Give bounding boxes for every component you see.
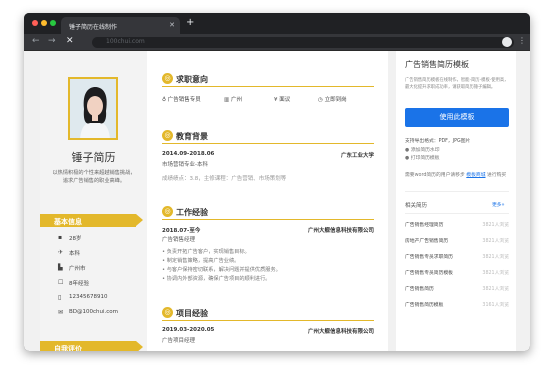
- related-more-link[interactable]: 更多»: [492, 201, 505, 208]
- browser-tab[interactable]: 锤子简历在线制作 ✕: [61, 17, 180, 34]
- divider: [405, 213, 509, 214]
- related-title: 相关简历: [405, 203, 428, 209]
- project-header: ◎ 项目经验: [162, 307, 374, 321]
- graduation-icon: ✈: [58, 249, 64, 256]
- resume-main: ◎ 求职意向 ♁ 广告销售专员 ▥ 广州 ¥ 面议 ◷ 立即到岗 ◎ 教育背景 …: [152, 51, 388, 351]
- work-period: 2018.07-至今: [162, 228, 201, 234]
- info-age: ▪ 28岁: [58, 234, 82, 242]
- work-header: ◎ 工作经验: [162, 206, 374, 220]
- tab-title: 锤子简历在线制作: [69, 24, 118, 31]
- section-badge-icon: ◎: [162, 206, 173, 217]
- phone-icon: ▯: [58, 294, 62, 301]
- nav-bar: ← → ✕ 100chui.com ☆ ⋮: [24, 34, 530, 51]
- work-title: 工作经验: [176, 208, 208, 217]
- word-download-note: 需要word简历的用户请移步 模板商城 进行购买: [405, 173, 507, 178]
- work-bullet: • 与客户保持密切联系，解决问题并提供优质服务。: [162, 267, 281, 273]
- intent-salary: ¥ 面议: [274, 97, 291, 103]
- close-window-button[interactable]: [32, 20, 38, 26]
- related-item[interactable]: 广告销售专员简历模板 3821人浏览: [405, 269, 509, 276]
- divider: [405, 191, 509, 192]
- briefcase-icon: ☐: [58, 279, 64, 286]
- education-detail: 成绩绩点：3.8，主修课程：广告营销、市场策划等: [162, 176, 287, 182]
- info-education: ✈ 本科: [58, 249, 81, 257]
- intent-city: ▥ 广州: [224, 97, 242, 103]
- info-email: ✉ BD@100chui.com: [58, 309, 119, 316]
- user-icon: ▪: [58, 234, 63, 241]
- resume-sidebar: 锤子简历 以热情积极的个性来超越销售挑战，追求广告销售的职业高峰。 基本信息 ▪…: [40, 51, 147, 351]
- related-item[interactable]: 广告销售专员求职简历 3821人浏览: [405, 253, 509, 260]
- building-icon: ▥: [224, 97, 230, 103]
- title-bar: 锤子简历在线制作 ✕ +: [24, 13, 530, 34]
- panel-description: 广告销售简历模板在线制作，智能-简历-模板-使用高，最大化提升求职成功率，请获取…: [405, 78, 509, 90]
- use-template-button[interactable]: 使用此模板: [405, 108, 509, 127]
- money-icon: ¥: [274, 97, 278, 103]
- education-school: 广东工业大学: [340, 153, 374, 159]
- profile-photo: [68, 77, 118, 140]
- export-option-print[interactable]: ● 打印简历模板: [405, 154, 440, 161]
- education-period: 2014.09-2018.06: [162, 151, 215, 157]
- job-intent-row: ♁ 广告销售专员 ▥ 广州 ¥ 面议 ◷ 立即到岗: [162, 95, 374, 105]
- related-item[interactable]: 广告销售简历模板 3161人浏览: [405, 301, 509, 308]
- project-period: 2019.03-2020.05: [162, 327, 215, 333]
- project-position: 广告项目经理: [162, 338, 196, 344]
- browser-window: 锤子简历在线制作 ✕ + ← → ✕ 100chui.com ☆ ⋮: [24, 13, 530, 351]
- export-option-watermark[interactable]: ● 添加简历水印: [405, 146, 440, 153]
- info-city: ▙ 广州市: [58, 264, 86, 272]
- resume-name: 锤子简历: [71, 151, 116, 164]
- back-icon[interactable]: ←: [32, 36, 40, 46]
- template-store-link[interactable]: 模板商城: [466, 173, 485, 178]
- clock-icon: ◷: [318, 97, 323, 103]
- work-bullet: • 负责开拓广告客户，实现销售目标。: [162, 249, 250, 255]
- export-formats: 支持导出格式：PDF，JPG图片: [405, 139, 471, 144]
- section-badge-icon: ◎: [162, 73, 173, 84]
- mail-icon: ✉: [58, 309, 64, 316]
- tab-close-icon[interactable]: ✕: [169, 21, 175, 29]
- basic-info-header: 基本信息: [40, 214, 143, 227]
- work-position: 广告销售经理: [162, 237, 196, 243]
- stop-icon[interactable]: ✕: [66, 36, 74, 46]
- intent-position: ♁ 广告销售专员: [162, 97, 201, 103]
- info-experience: ☐ 8年经验: [58, 279, 89, 287]
- related-item[interactable]: 房地产广告销售简历 3821人浏览: [405, 237, 509, 244]
- template-panel: 广告销售简历模板 广告销售简历模板在线制作，智能-简历-模板-使用高，最大化提升…: [396, 51, 516, 351]
- basic-info-list: ▪ 28岁 ✈ 本科 ▙ 广州市 ☐ 8年经验 ▯ 12345678910 ✉ BD@100…: [58, 234, 143, 324]
- education-header: ◎ 教育背景: [162, 130, 374, 144]
- self-eval-header: 自我评价: [40, 341, 143, 351]
- profile-avatar-icon[interactable]: [502, 37, 512, 47]
- intent-availability: ◷ 立即到岗: [318, 97, 347, 103]
- page-content: 锤子简历 以热情积极的个性来超越销售挑战，追求广告销售的职业高峰。 基本信息 ▪…: [24, 51, 530, 351]
- resume-preview: 锤子简历 以热情积极的个性来超越销售挑战，追求广告销售的职业高峰。 基本信息 ▪…: [40, 51, 388, 351]
- related-item[interactable]: 广告销售经理简历 3821人浏览: [405, 221, 509, 228]
- job-intent-header: ◎ 求职意向: [162, 73, 374, 87]
- new-tab-icon[interactable]: +: [186, 17, 194, 28]
- education-title: 教育背景: [176, 132, 208, 141]
- section-badge-icon: ◎: [162, 307, 173, 318]
- work-bullet: • 协调内外部资源，确保广告项目的顺利进行。: [162, 276, 271, 282]
- project-title: 项目经验: [176, 309, 208, 318]
- job-intent-title: 求职意向: [176, 75, 208, 84]
- location-icon: ▙: [58, 264, 63, 271]
- work-company: 广州大舰信息科技有限公司: [307, 228, 374, 234]
- forward-icon[interactable]: →: [48, 36, 56, 46]
- resume-intro: 以热情积极的个性来超越销售挑战，追求广告销售的职业高峰。: [52, 170, 136, 184]
- info-phone: ▯ 12345678910: [58, 294, 108, 301]
- minimize-window-button[interactable]: [41, 20, 47, 26]
- section-badge-icon: ◎: [162, 130, 173, 141]
- address-bar[interactable]: 100chui.com ☆: [92, 37, 514, 48]
- medal-icon: ♁: [162, 97, 167, 103]
- project-company: 广州大舰信息科技有限公司: [307, 329, 374, 335]
- url-text: 100chui.com: [106, 38, 145, 45]
- work-bullet: • 制定销售策略，提高广告业绩。: [162, 258, 240, 264]
- menu-dots-icon[interactable]: ⋮: [518, 36, 526, 45]
- education-major: 市场营销专业-本科: [162, 162, 208, 168]
- related-item[interactable]: 广告销售简历 3821人浏览: [405, 285, 509, 292]
- maximize-window-button[interactable]: [50, 20, 56, 26]
- panel-title: 广告销售简历模板: [405, 60, 469, 69]
